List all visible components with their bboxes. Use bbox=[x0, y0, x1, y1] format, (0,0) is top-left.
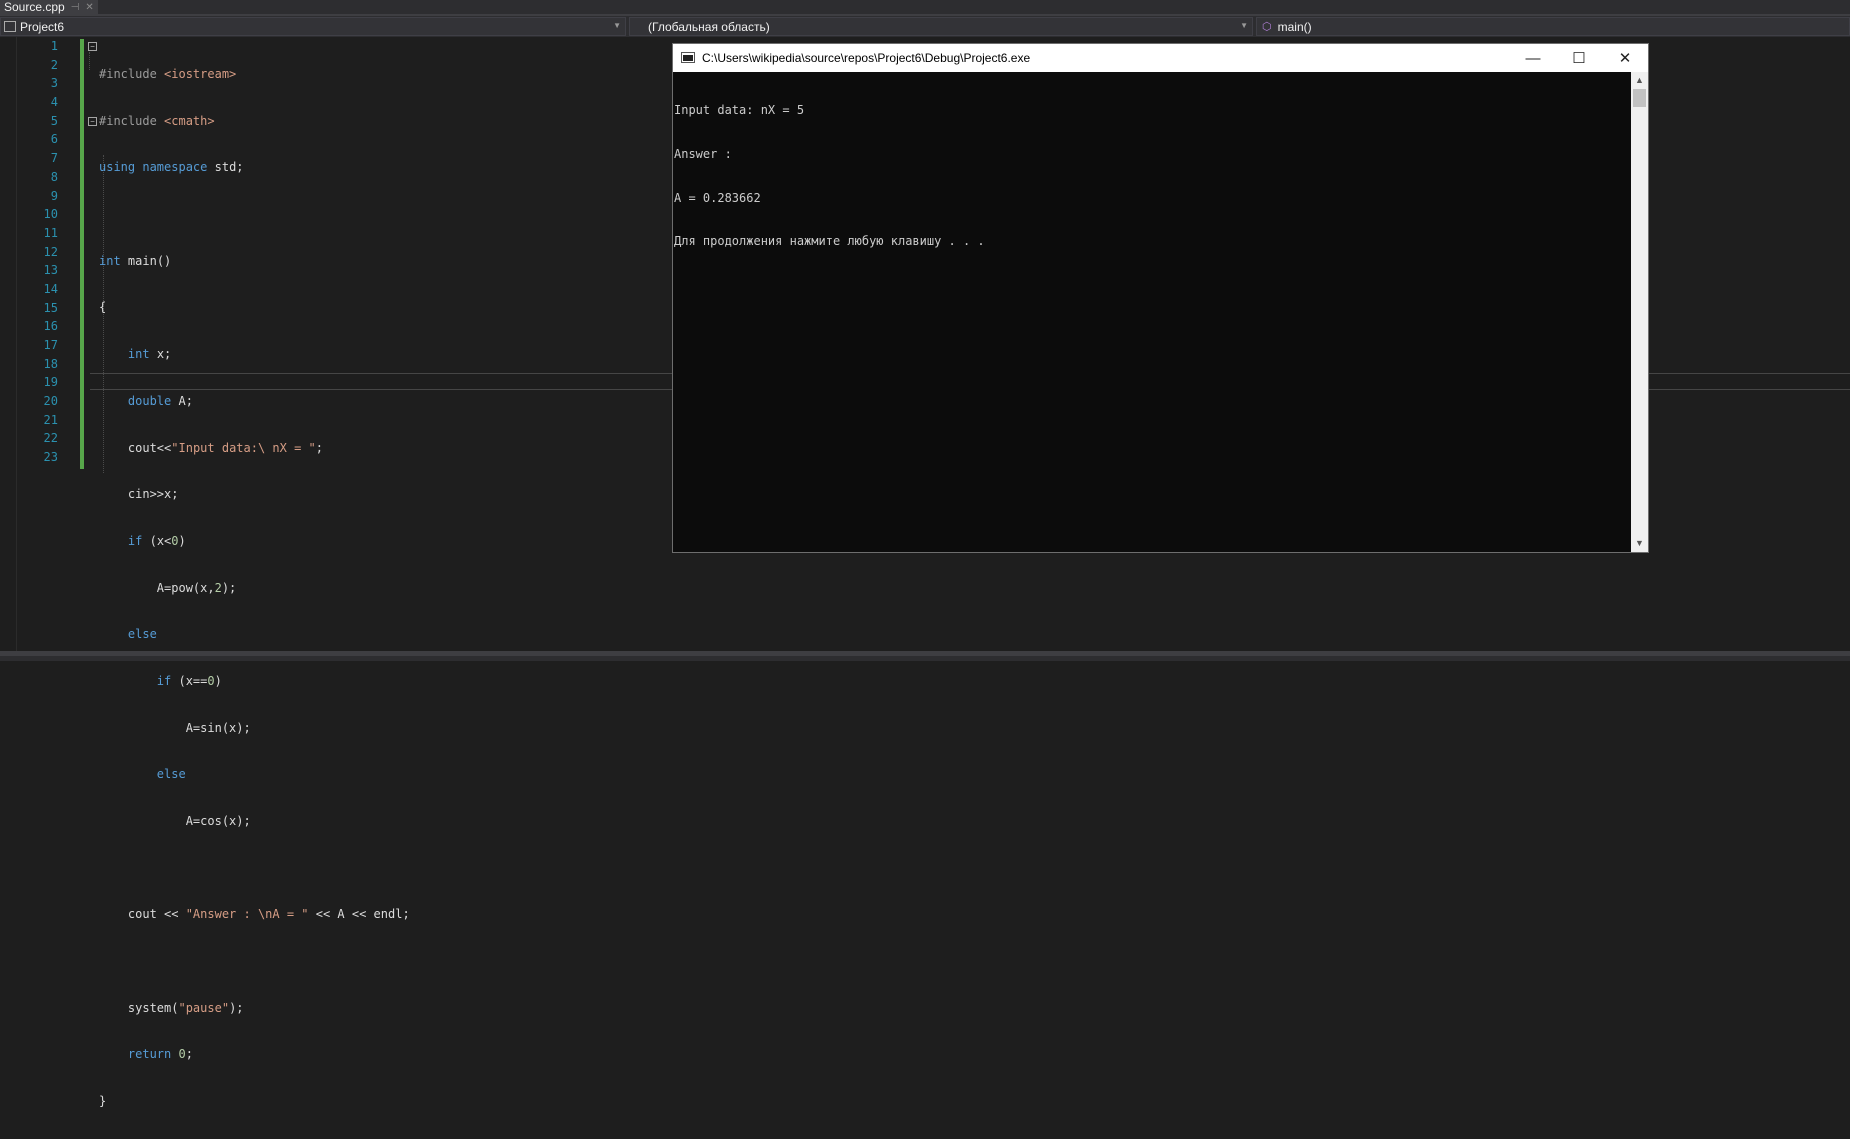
console-line: A = 0.283662 bbox=[674, 190, 761, 205]
code-line: #include <cmath> bbox=[99, 113, 215, 128]
line-number-gutter: 1 2 3 4 5 6 7 8 9 10 11 12 13 14 15 16 1… bbox=[16, 37, 58, 467]
member-dropdown[interactable]: ⬡ main() bbox=[1256, 17, 1850, 36]
project-dropdown-label: Project6 bbox=[20, 19, 65, 34]
collapse-icon[interactable]: − bbox=[88, 117, 97, 126]
line-number: 5 bbox=[50, 113, 58, 128]
console-app-icon bbox=[681, 52, 695, 63]
code-line: { bbox=[99, 300, 107, 315]
scroll-down-icon[interactable]: ▼ bbox=[1631, 535, 1648, 552]
line-number: 3 bbox=[50, 76, 58, 91]
change-tracking-bar bbox=[80, 39, 84, 469]
line-number: 9 bbox=[50, 188, 58, 203]
line-number: 17 bbox=[43, 338, 58, 352]
close-icon[interactable]: ✕ bbox=[85, 2, 93, 13]
scroll-up-icon[interactable]: ▲ bbox=[1631, 72, 1648, 89]
maximize-button[interactable]: ☐ bbox=[1556, 44, 1602, 72]
code-line: using namespace std; bbox=[99, 160, 244, 175]
line-number: 18 bbox=[43, 356, 58, 371]
line-number: 11 bbox=[43, 225, 58, 240]
pin-icon[interactable]: ⊣ bbox=[71, 2, 80, 13]
close-button[interactable]: ✕ bbox=[1602, 44, 1648, 72]
project-icon bbox=[4, 21, 16, 32]
method-icon: ⬡ bbox=[1262, 21, 1272, 33]
code-text[interactable]: #include <iostream> #include <cmath> usi… bbox=[99, 37, 410, 1139]
code-line: cout << "Answer : \nA = " << A << endl; bbox=[127, 907, 410, 922]
code-line: system("pause"); bbox=[127, 1000, 244, 1015]
line-number: 15 bbox=[43, 300, 58, 315]
code-line: double A; bbox=[127, 393, 193, 408]
code-line: int x; bbox=[127, 347, 172, 362]
chevron-down-icon: ▼ bbox=[613, 21, 621, 30]
code-line: cin>>x; bbox=[127, 487, 179, 502]
scope-dropdown-label: (Глобальная область) bbox=[648, 19, 770, 34]
console-line: Answer : bbox=[674, 146, 732, 161]
tab-title: Source.cpp bbox=[4, 0, 65, 14]
code-line: return 0; bbox=[127, 1047, 193, 1062]
tab-source-cpp[interactable]: Source.cpp ⊣ ✕ bbox=[0, 0, 98, 14]
code-line: A=sin(x); bbox=[185, 720, 251, 735]
scope-dropdown[interactable]: (Глобальная область) ▼ bbox=[629, 17, 1253, 36]
console-line: Для продолжения нажмите любую клавишу . … bbox=[674, 234, 985, 249]
console-title: C:\Users\wikipedia\source\repos\Project6… bbox=[702, 51, 1031, 65]
line-number: 12 bbox=[43, 244, 58, 259]
line-number: 7 bbox=[50, 151, 58, 166]
line-number: 6 bbox=[50, 132, 58, 147]
code-line: else bbox=[156, 767, 186, 782]
line-number: 23 bbox=[43, 450, 58, 465]
project-dropdown[interactable]: Project6 ▼ bbox=[0, 17, 626, 36]
scroll-thumb[interactable] bbox=[1633, 89, 1646, 107]
status-bar bbox=[0, 656, 1850, 661]
line-number: 20 bbox=[43, 394, 58, 409]
code-line: else bbox=[127, 627, 157, 642]
minimize-button[interactable]: — bbox=[1510, 44, 1556, 72]
line-number: 2 bbox=[50, 57, 58, 72]
outline-guide bbox=[89, 52, 90, 70]
line-number: 13 bbox=[43, 263, 58, 278]
tab-strip: Source.cpp ⊣ ✕ bbox=[0, 0, 1850, 14]
line-number: 14 bbox=[43, 281, 58, 296]
line-number: 1 bbox=[50, 39, 58, 53]
member-dropdown-label: main() bbox=[1277, 19, 1312, 34]
code-line: #include <iostream> bbox=[99, 67, 237, 81]
line-number: 19 bbox=[43, 375, 58, 390]
line-number: 4 bbox=[50, 95, 58, 110]
line-number: 22 bbox=[43, 431, 58, 446]
collapse-icon[interactable]: − bbox=[88, 42, 97, 51]
console-output: Input data: nX = 5 Answer : A = 0.283662… bbox=[673, 72, 1630, 553]
navigation-bar: Project6 ▼ (Глобальная область) ▼ ⬡ main… bbox=[0, 16, 1850, 38]
console-window[interactable]: C:\Users\wikipedia\source\repos\Project6… bbox=[672, 43, 1649, 553]
console-title-bar[interactable]: C:\Users\wikipedia\source\repos\Project6… bbox=[673, 44, 1648, 72]
line-number: 16 bbox=[43, 319, 58, 334]
console-vertical-scrollbar[interactable]: ▲ ▼ bbox=[1631, 72, 1648, 552]
code-line: } bbox=[99, 1094, 107, 1109]
code-line: cout<<"Input data:\ nX = "; bbox=[127, 440, 323, 455]
line-number: 8 bbox=[50, 169, 58, 184]
console-line: Input data: nX = 5 bbox=[674, 103, 805, 117]
line-number: 10 bbox=[43, 207, 58, 222]
code-line: A=pow(x,2); bbox=[156, 580, 237, 595]
chevron-down-icon: ▼ bbox=[1240, 21, 1248, 30]
code-line: A=cos(x); bbox=[185, 814, 251, 828]
code-line: if (x<0) bbox=[127, 533, 186, 548]
line-number: 21 bbox=[43, 412, 58, 427]
code-line: if (x==0) bbox=[156, 673, 222, 688]
code-line: int main() bbox=[99, 253, 172, 268]
